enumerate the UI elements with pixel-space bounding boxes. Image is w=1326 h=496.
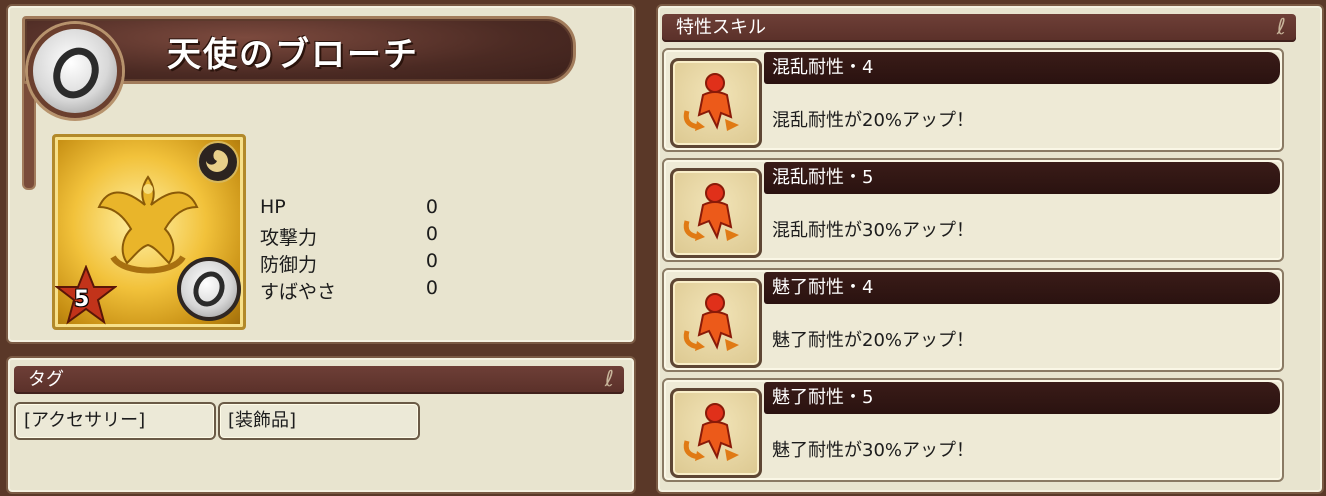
tag-section-title: タグ: [28, 369, 64, 390]
skill-card[interactable]: 混乱耐性・4 混乱耐性が20%アップ！: [662, 48, 1284, 152]
stat-value: 0: [425, 223, 438, 245]
stat-value: 0: [425, 196, 438, 218]
item-image[interactable]: 5: [52, 134, 246, 330]
stat-row-attack: 攻撃力 0: [260, 223, 450, 250]
skill-description: 混乱耐性が30%アップ！: [772, 220, 975, 241]
skill-card[interactable]: 魅了耐性・4 魅了耐性が20%アップ！: [662, 268, 1284, 372]
charm-resist-icon: [670, 388, 762, 478]
element-swirl-icon: [197, 141, 239, 183]
stat-row-hp: HP 0: [260, 196, 450, 223]
trait-skill-panel: 特性スキル ℓ 混乱耐性・4 混乱耐性が20%アップ！ 混乱耐性・5 混乱耐性が…: [656, 4, 1324, 494]
rarity-value: 5: [74, 287, 90, 312]
skill-name: 混乱耐性・4: [764, 52, 1280, 84]
stat-row-defense: 防御力 0: [260, 250, 450, 277]
tag-panel: タグ ℓ [アクセサリー] [装飾品]: [6, 356, 636, 494]
curl-ornament-icon: ℓ: [1276, 15, 1286, 40]
tag-chip[interactable]: [アクセサリー]: [14, 402, 216, 440]
ring-type-icon: [177, 257, 241, 321]
skill-card[interactable]: 魅了耐性・5 魅了耐性が30%アップ！: [662, 378, 1284, 482]
stat-label: 防御力: [260, 254, 318, 276]
curl-ornament-icon: ℓ: [604, 367, 614, 392]
skill-card[interactable]: 混乱耐性・5 混乱耐性が30%アップ！: [662, 158, 1284, 262]
skill-section-title: 特性スキル: [676, 17, 766, 38]
skill-section-header: 特性スキル ℓ: [662, 14, 1296, 42]
item-name: 天使のブローチ: [167, 35, 419, 75]
skill-name: 混乱耐性・5: [764, 162, 1280, 194]
stat-label: 攻撃力: [260, 227, 318, 249]
skill-description: 魅了耐性が20%アップ！: [772, 330, 975, 351]
skill-description: 混乱耐性が20%アップ！: [772, 110, 975, 131]
tag-chip[interactable]: [装飾品]: [218, 402, 420, 440]
stats-list: HP 0 攻撃力 0 防御力 0 すばやさ 0: [260, 196, 450, 304]
stat-value: 0: [425, 277, 438, 299]
stat-label: HP: [260, 196, 286, 218]
confusion-resist-icon: [670, 168, 762, 258]
item-detail-panel: 天使のブローチ 5 HP 0 攻撃力 0 防御力 0 すばやさ 0: [6, 4, 636, 344]
skill-description: 魅了耐性が30%アップ！: [772, 440, 975, 461]
stat-value: 0: [425, 250, 438, 272]
tag-section-header: タグ ℓ: [14, 366, 624, 394]
confusion-resist-icon: [670, 58, 762, 148]
skill-name: 魅了耐性・5: [764, 382, 1280, 414]
skill-name: 魅了耐性・4: [764, 272, 1280, 304]
accessory-category-icon: [28, 24, 122, 118]
stat-row-speed: すばやさ 0: [260, 277, 450, 304]
charm-resist-icon: [670, 278, 762, 368]
stat-label: すばやさ: [260, 281, 337, 303]
